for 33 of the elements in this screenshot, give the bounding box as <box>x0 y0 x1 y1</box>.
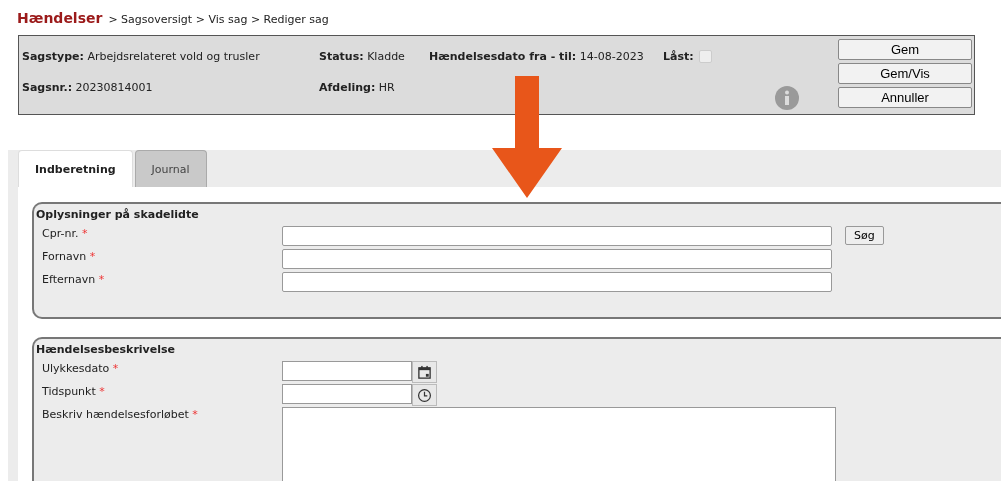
breadcrumb: > Sagsoversigt > Vis sag > Rediger sag <box>108 12 329 28</box>
info-text: Status: Kladde <box>319 49 406 63</box>
tab[interactable]: Journal <box>134 150 207 187</box>
input-field[interactable] <box>282 272 832 292</box>
info-icon[interactable] <box>775 86 799 110</box>
input-field[interactable] <box>282 384 412 404</box>
field-label: Cpr-nr. * <box>42 226 89 240</box>
page-title: Hændelser <box>17 10 103 26</box>
field-label: Ulykkesdato * <box>42 361 120 375</box>
action-button[interactable]: Gem <box>838 39 972 60</box>
calendar-button[interactable] <box>412 361 437 383</box>
clock-icon <box>417 387 432 403</box>
calendar-icon <box>417 364 432 380</box>
input-field[interactable] <box>282 361 412 381</box>
action-button[interactable]: Annuller <box>838 87 972 108</box>
tab[interactable]: Indberetning <box>18 150 133 187</box>
field-label: Fornavn * <box>42 249 97 263</box>
info-text: Sagstype: Arbejdsrelateret vold og trusler <box>22 49 261 63</box>
lock-label: Låst: <box>663 49 694 63</box>
input-field[interactable] <box>282 249 832 269</box>
lock-checkbox[interactable] <box>698 49 712 63</box>
section-title: Hændelsesbeskrivelse <box>35 342 177 358</box>
section-title: Oplysninger på skadelidte <box>35 207 200 223</box>
field-label: Efternavn * <box>42 272 106 286</box>
action-button[interactable]: Gem/Vis <box>838 63 972 84</box>
field-label: Beskriv hændelsesforløbet * <box>42 407 199 421</box>
info-text: Hændelsesdato fra - til: 14-08-2023 <box>429 49 645 63</box>
search-button[interactable]: Søg <box>845 226 884 245</box>
info-text: Afdeling: HR <box>319 81 396 94</box>
clock-button[interactable] <box>412 384 437 406</box>
field-label: Tidspunkt * <box>42 384 106 398</box>
info-text: Sagsnr.: 20230814001 <box>22 81 154 94</box>
input-field[interactable] <box>282 226 832 246</box>
